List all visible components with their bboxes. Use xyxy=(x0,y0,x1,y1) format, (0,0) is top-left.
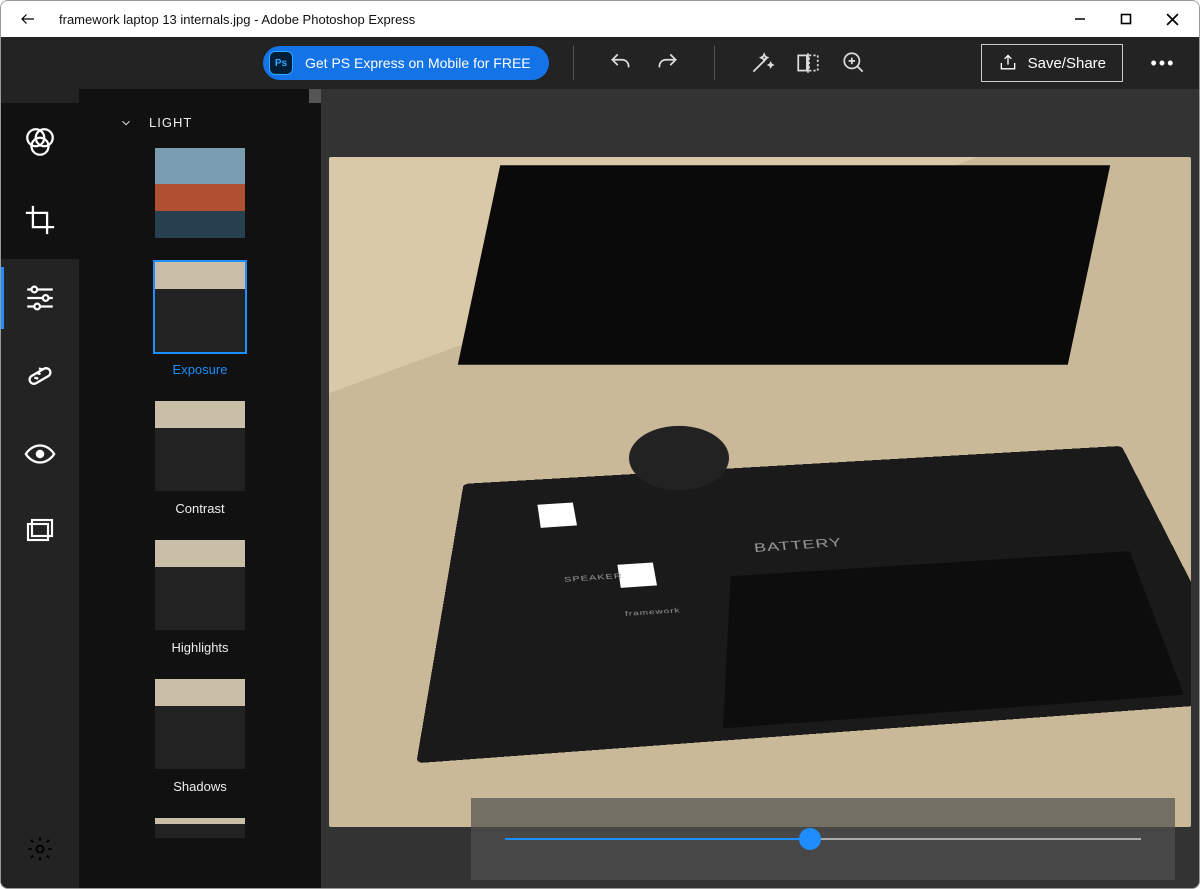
more-menu-button[interactable]: ••• xyxy=(1143,53,1183,74)
qr-code-icon xyxy=(617,562,657,587)
adjust-exposure-thumb xyxy=(155,262,245,352)
adjust-shadows-label: Shadows xyxy=(173,779,226,794)
tool-adjust[interactable] xyxy=(1,259,79,337)
share-label: Save/Share xyxy=(1028,55,1106,72)
tool-borders[interactable] xyxy=(1,493,79,571)
save-share-button[interactable]: Save/Share xyxy=(981,44,1123,82)
canvas-area: BATTERY SPEAKER framework xyxy=(321,89,1199,888)
left-toolbar xyxy=(1,89,79,888)
app-name: Adobe Photoshop Express xyxy=(261,12,415,27)
promo-label: Get PS Express on Mobile for FREE xyxy=(305,55,531,71)
adjustments-panel: LIGHT Exposure Contrast Highlights xyxy=(79,89,321,888)
tool-redeye[interactable] xyxy=(1,415,79,493)
adjustment-slider[interactable] xyxy=(505,838,1141,840)
window-controls xyxy=(1057,1,1195,37)
light-group-header[interactable]: LIGHT xyxy=(79,107,321,148)
image-viewport[interactable]: BATTERY SPEAKER framework xyxy=(329,157,1191,888)
adjust-sample[interactable] xyxy=(155,148,245,238)
undo-button[interactable] xyxy=(598,40,644,86)
main-toolbar: Ps Get PS Express on Mobile for FREE Sav… xyxy=(1,37,1199,89)
group-label: LIGHT xyxy=(149,115,192,130)
mobile-promo-button[interactable]: Ps Get PS Express on Mobile for FREE xyxy=(263,46,549,80)
app-window: framework laptop 13 internals.jpg - Adob… xyxy=(0,0,1200,889)
adjust-next[interactable] xyxy=(155,818,245,838)
titlebar: framework laptop 13 internals.jpg - Adob… xyxy=(1,1,1199,37)
adjust-sample-thumb xyxy=(155,148,245,238)
adjust-contrast-thumb xyxy=(155,401,245,491)
photo: BATTERY SPEAKER framework xyxy=(329,157,1191,827)
tool-crop[interactable] xyxy=(1,181,79,259)
adjust-shadows-thumb xyxy=(155,679,245,769)
adjust-highlights-label: Highlights xyxy=(171,640,228,655)
adjustment-slider-box xyxy=(471,798,1175,880)
adjust-exposure-label: Exposure xyxy=(173,362,228,377)
adjust-exposure[interactable]: Exposure xyxy=(155,262,245,377)
maximize-button[interactable] xyxy=(1103,1,1149,37)
minimize-button[interactable] xyxy=(1057,1,1103,37)
adjust-next-thumb xyxy=(155,818,245,838)
tool-looks[interactable] xyxy=(1,103,79,181)
settings-button[interactable] xyxy=(1,824,79,874)
chevron-down-icon xyxy=(119,116,133,130)
tool-spot-heal[interactable] xyxy=(1,337,79,415)
window-title: framework laptop 13 internals.jpg - Adob… xyxy=(59,12,1057,27)
main-area: LIGHT Exposure Contrast Highlights xyxy=(1,89,1199,888)
adjust-contrast-label: Contrast xyxy=(175,501,224,516)
compare-button[interactable] xyxy=(785,40,831,86)
back-button[interactable] xyxy=(5,1,51,37)
filename: framework laptop 13 internals.jpg xyxy=(59,12,251,27)
auto-enhance-button[interactable] xyxy=(739,40,785,86)
adjust-highlights-thumb xyxy=(155,540,245,630)
adjust-contrast[interactable]: Contrast xyxy=(155,401,245,516)
adjustment-list: Exposure Contrast Highlights Shadows xyxy=(79,148,321,856)
ps-logo-icon: Ps xyxy=(269,51,293,75)
adjust-shadows[interactable]: Shadows xyxy=(155,679,245,794)
zoom-button[interactable] xyxy=(831,40,877,86)
adjust-highlights[interactable]: Highlights xyxy=(155,540,245,655)
close-button[interactable] xyxy=(1149,1,1195,37)
slider-handle[interactable] xyxy=(799,828,821,850)
qr-code-icon xyxy=(537,502,577,527)
panel-scrollbar[interactable] xyxy=(309,89,321,888)
redo-button[interactable] xyxy=(644,40,690,86)
